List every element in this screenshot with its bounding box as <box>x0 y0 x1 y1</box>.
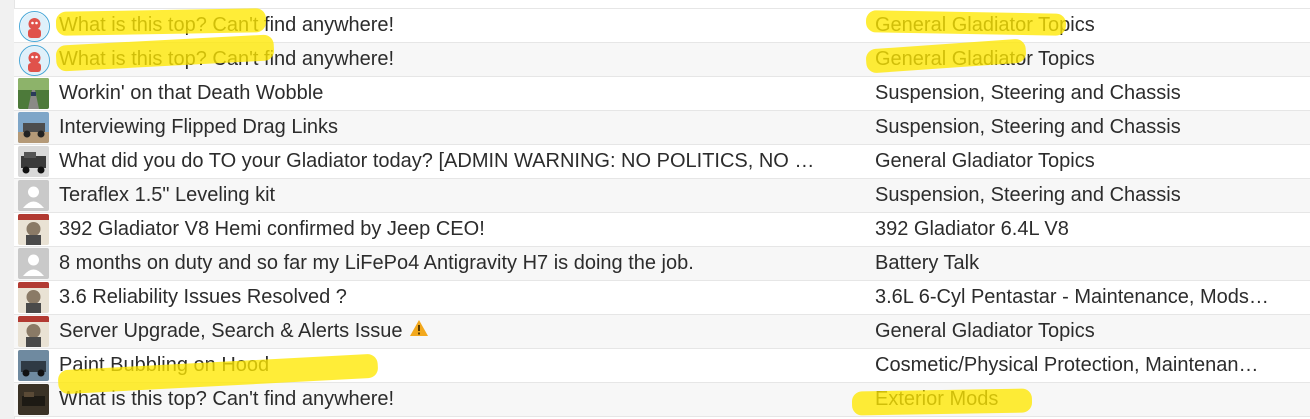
default-user-avatar <box>18 248 49 279</box>
forum-name[interactable]: Suspension, Steering and Chassis <box>875 179 1310 212</box>
forum-name[interactable]: General Gladiator Topics <box>875 145 1310 178</box>
forum-name[interactable]: Suspension, Steering and Chassis <box>875 77 1310 110</box>
default-user-avatar <box>18 180 49 211</box>
poster-avatar <box>18 214 49 245</box>
thread-title[interactable]: What did you do TO your Gladiator today?… <box>59 145 869 178</box>
thread-title[interactable]: Workin' on that Death Wobble <box>59 77 869 110</box>
thread-row[interactable]: 392 Gladiator V8 Hemi confirmed by Jeep … <box>14 213 1310 247</box>
thread-row[interactable]: Interviewing Flipped Drag Links Suspensi… <box>14 111 1310 145</box>
thread-title[interactable]: Teraflex 1.5" Leveling kit <box>59 179 869 212</box>
cartoon-avatar <box>19 11 50 42</box>
thread-row[interactable]: Teraflex 1.5" Leveling kit Suspension, S… <box>14 179 1310 213</box>
thread-row[interactable]: 3.6 Reliability Issues Resolved ? 3.6L 6… <box>14 281 1310 315</box>
thread-row[interactable]: What is this top? Can't find anywhere! E… <box>14 383 1310 417</box>
thread-row[interactable]: What did you do TO your Gladiator today?… <box>14 145 1310 179</box>
cartoon-avatar <box>19 45 50 76</box>
forum-name[interactable]: Exterior Mods <box>875 383 1310 416</box>
forum-name[interactable]: General Gladiator Topics <box>875 315 1310 348</box>
truck-photo-avatar <box>18 350 49 381</box>
thread-title[interactable]: What is this top? Can't find anywhere! <box>59 43 869 76</box>
thread-title[interactable]: Server Upgrade, Search & Alerts Issue <box>59 320 403 342</box>
forum-name[interactable]: 3.6L 6-Cyl Pentastar - Maintenance, Mods… <box>875 281 1310 314</box>
truck-photo-avatar <box>18 146 49 177</box>
thread-title[interactable]: 392 Gladiator V8 Hemi confirmed by Jeep … <box>59 213 869 246</box>
thread-row[interactable]: Server Upgrade, Search & Alerts Issue Ge… <box>14 315 1310 349</box>
thread-row[interactable]: 8 months on duty and so far my LiFePo4 A… <box>14 247 1310 281</box>
thread-title-with-icon[interactable]: Server Upgrade, Search & Alerts Issue <box>59 315 869 348</box>
dark-photo-avatar <box>18 384 49 415</box>
thread-row[interactable]: Paint Bubbling on Hood Cosmetic/Physical… <box>14 349 1310 383</box>
forum-name[interactable]: Suspension, Steering and Chassis <box>875 111 1310 144</box>
forum-name[interactable]: Cosmetic/Physical Protection, Maintenan… <box>875 349 1310 382</box>
forum-name[interactable]: General Gladiator Topics <box>875 43 1310 76</box>
forum-name[interactable]: 392 Gladiator 6.4L V8 <box>875 213 1310 246</box>
thread-title[interactable]: 3.6 Reliability Issues Resolved ? <box>59 281 869 314</box>
thread-title[interactable]: Paint Bubbling on Hood <box>59 349 869 382</box>
thread-title[interactable]: 8 months on duty and so far my LiFePo4 A… <box>59 247 869 280</box>
poster-avatar <box>18 316 49 347</box>
thread-row[interactable]: What is this top? Can't find anywhere! G… <box>14 9 1310 43</box>
warning-icon <box>409 315 429 348</box>
forum-name[interactable]: Battery Talk <box>875 247 1310 280</box>
thread-row[interactable]: Workin' on that Death Wobble Suspension,… <box>14 77 1310 111</box>
forum-name[interactable]: General Gladiator Topics <box>875 9 1310 42</box>
poster-avatar <box>18 282 49 313</box>
thread-list: What is this top? Can't find anywhere! G… <box>14 8 1310 417</box>
left-strip <box>0 0 15 419</box>
road-photo-avatar <box>18 78 49 109</box>
thread-row[interactable]: What is this top? Can't find anywhere! G… <box>14 43 1310 77</box>
thread-title[interactable]: What is this top? Can't find anywhere! <box>59 383 869 416</box>
jeep-photo-avatar <box>18 112 49 143</box>
thread-title[interactable]: What is this top? Can't find anywhere! <box>59 9 869 42</box>
thread-title[interactable]: Interviewing Flipped Drag Links <box>59 111 869 144</box>
